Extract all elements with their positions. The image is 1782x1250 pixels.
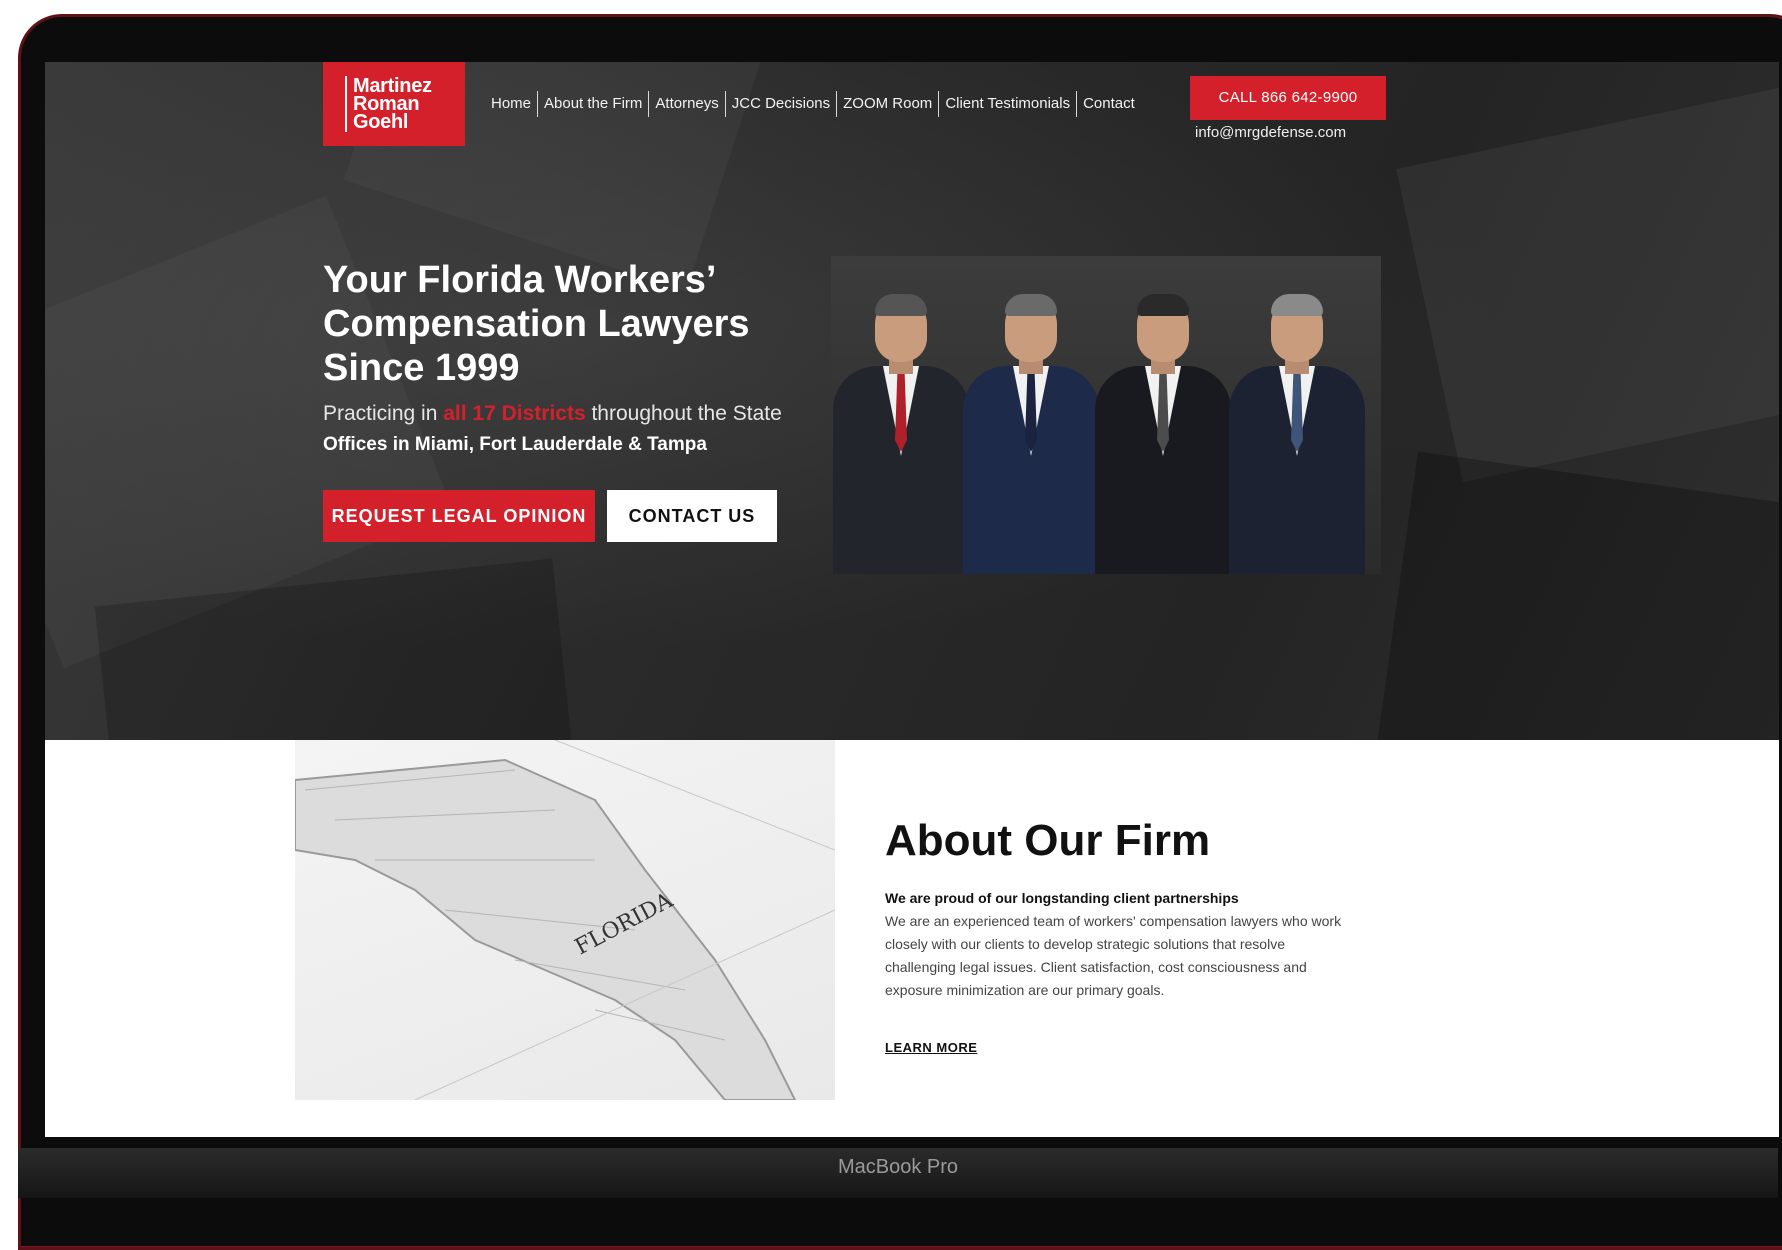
nav-contact[interactable]: Contact [1077, 91, 1141, 117]
practicing-suffix: throughout the State [585, 402, 782, 425]
attorney-figure [961, 284, 1101, 574]
main-nav: Home About the Firm Attorneys JCC Decisi… [485, 91, 1141, 117]
nav-attorneys[interactable]: Attorneys [649, 91, 726, 117]
hero-headline: Your Florida Workers’ Compensation Lawye… [323, 258, 823, 390]
call-button[interactable]: CALL 866 642-9900 [1190, 76, 1386, 120]
email-link[interactable]: info@mrgdefense.com [1195, 124, 1346, 141]
hero-section: Martinez Roman Goehl Home About the Firm… [45, 62, 1779, 826]
about-subtitle: We are proud of our longstanding client … [885, 890, 1239, 906]
florida-map-illustration: FLORIDA [295, 740, 835, 1100]
headline-line-1: Your Florida Workers’ [323, 259, 717, 301]
districts-highlight: all 17 Districts [443, 402, 586, 425]
florida-map-image: FLORIDA [295, 740, 835, 1100]
nav-home[interactable]: Home [485, 91, 539, 117]
nav-client-testimonials[interactable]: Client Testimonials [939, 91, 1078, 117]
nav-zoom-room[interactable]: ZOOM Room [837, 91, 940, 117]
laptop-chin: MacBook Pro [18, 1148, 1778, 1198]
browser-viewport: Martinez Roman Goehl Home About the Firm… [45, 62, 1779, 1137]
attorney-figure [831, 284, 971, 574]
about-section: FLORIDA About Our Firm We are proud of o… [45, 740, 1779, 1137]
site-logo[interactable]: Martinez Roman Goehl [323, 62, 465, 146]
practicing-prefix: Practicing in [323, 402, 444, 425]
practicing-text: Practicing in all 17 Districts throughou… [323, 402, 782, 426]
headline-line-3: Since 1999 [323, 347, 520, 389]
about-body: We are an experienced team of workers' c… [885, 913, 1342, 998]
contact-us-button[interactable]: CONTACT US [607, 490, 777, 542]
attorneys-team-photo [831, 256, 1381, 574]
device-label: MacBook Pro [837, 1156, 959, 1178]
nav-about-the-firm[interactable]: About the Firm [538, 91, 650, 117]
request-legal-opinion-button[interactable]: REQUEST LEGAL OPINION [323, 490, 595, 542]
about-title: About Our Firm [885, 816, 1211, 865]
attorney-figure [1093, 284, 1233, 574]
attorney-figure [1227, 284, 1367, 574]
headline-line-2: Compensation Lawyers [323, 303, 750, 345]
nav-jcc-decisions[interactable]: JCC Decisions [726, 91, 838, 117]
learn-more-link[interactable]: LEARN MORE [885, 1040, 977, 1055]
logo-text-goehl: Goehl [353, 111, 409, 133]
offices-text: Offices in Miami, Fort Lauderdale & Tamp… [323, 434, 707, 455]
